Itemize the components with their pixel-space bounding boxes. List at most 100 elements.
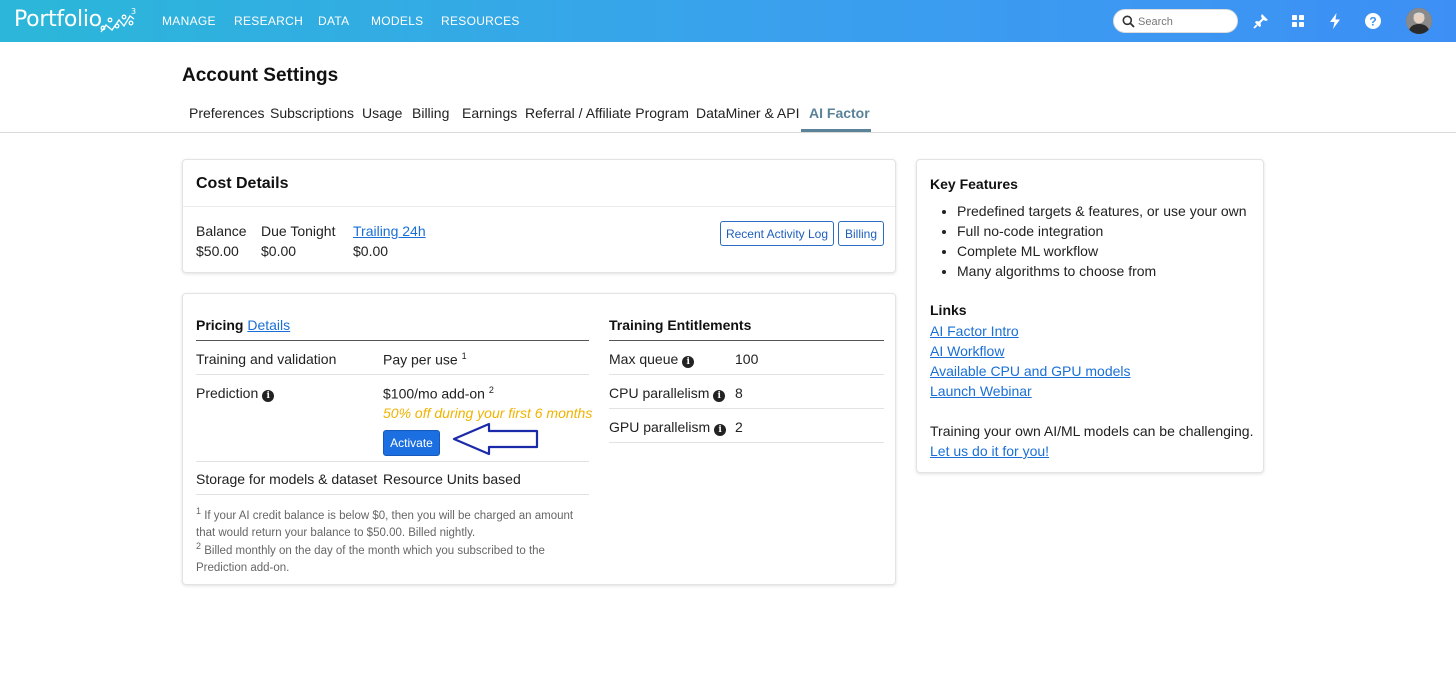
row-divider xyxy=(609,408,884,409)
feature-item: Many algorithms to choose from xyxy=(957,261,1247,281)
link-cpu-gpu-models[interactable]: Available CPU and GPU models xyxy=(930,363,1131,379)
feature-item: Complete ML workflow xyxy=(957,241,1247,261)
pricing-title: Pricing Details xyxy=(196,317,290,333)
nav-resources[interactable]: RESOURCES xyxy=(441,14,520,28)
cpu-parallelism-label: CPU parallelism i xyxy=(609,385,726,402)
storage-label: Storage for models & dataset xyxy=(196,471,378,487)
cta-text: Training your own AI/ML models can be ch… xyxy=(930,423,1254,439)
max-queue-value: 100 xyxy=(735,351,759,367)
pricing-header-divider xyxy=(196,340,589,341)
page-title: Account Settings xyxy=(182,65,339,86)
footnote-text: Prediction add-on. xyxy=(196,561,290,574)
nav-models[interactable]: MODELS xyxy=(371,14,423,28)
top-navigation-bar: Portfolio 3 MANAGE RESEARCH DATA MODELS … xyxy=(0,0,1456,42)
lightning-icon[interactable] xyxy=(1325,11,1345,31)
cost-details-card: Cost Details Balance $50.00 Due Tonight … xyxy=(182,159,896,273)
svg-text:3: 3 xyxy=(131,7,136,16)
tab-subscriptions[interactable]: Subscriptions xyxy=(270,105,354,121)
footnote-1: 1 If your AI credit balance is below $0,… xyxy=(196,503,573,542)
row-divider xyxy=(609,374,884,375)
card-header-divider xyxy=(183,206,895,207)
pricing-details-link[interactable]: Details xyxy=(247,317,290,333)
info-icon[interactable]: i xyxy=(262,390,275,402)
due-tonight-label: Due Tonight xyxy=(261,223,336,239)
tab-usage[interactable]: Usage xyxy=(362,105,402,121)
tab-billing[interactable]: Billing xyxy=(412,105,449,121)
key-features-title: Key Features xyxy=(930,176,1018,192)
pricing-card: Pricing Details Training and validation … xyxy=(182,293,896,585)
tab-ai-factor[interactable]: AI Factor xyxy=(809,105,870,121)
footnote-text: If your AI credit balance is below $0, t… xyxy=(204,509,574,522)
tab-referral-affiliate[interactable]: Referral / Affiliate Program xyxy=(525,105,689,121)
promo-text: 50% off during your first 6 months xyxy=(383,405,593,421)
cpu-parallelism-value: 8 xyxy=(735,385,743,401)
cpu-parallelism-text: CPU parallelism xyxy=(609,385,710,401)
max-queue-label: Max queue i xyxy=(609,351,695,368)
search-icon xyxy=(1122,15,1135,28)
pay-per-use-text: Pay per use xyxy=(383,351,458,368)
avatar-image xyxy=(1406,8,1432,34)
balance-label: Balance xyxy=(196,223,247,239)
activate-button[interactable]: Activate xyxy=(383,430,440,456)
info-icon[interactable]: i xyxy=(713,390,726,402)
billing-button[interactable]: Billing xyxy=(838,221,884,246)
active-tab-indicator xyxy=(801,129,871,132)
tab-preferences[interactable]: Preferences xyxy=(189,105,264,121)
svg-text:?: ? xyxy=(1369,15,1376,29)
let-us-do-it-link[interactable]: Let us do it for you! xyxy=(930,443,1049,459)
grid-icon[interactable] xyxy=(1288,11,1308,31)
info-icon[interactable]: i xyxy=(682,356,695,368)
prediction-label: Prediction i xyxy=(196,385,275,402)
logo-graph-icon: 3 xyxy=(100,7,136,33)
balance-value: $50.00 xyxy=(196,243,239,259)
footnote-2: 2 Billed monthly on the day of the month… xyxy=(196,538,545,577)
row-divider xyxy=(196,494,589,495)
links-title: Links xyxy=(930,302,967,318)
link-ai-factor-intro[interactable]: AI Factor Intro xyxy=(930,323,1019,339)
recent-activity-log-button[interactable]: Recent Activity Log xyxy=(720,221,834,246)
link-launch-webinar[interactable]: Launch Webinar xyxy=(930,383,1032,399)
nav-research[interactable]: RESEARCH xyxy=(234,14,303,28)
help-icon[interactable]: ? xyxy=(1363,11,1383,31)
row-divider xyxy=(196,461,589,462)
search-box xyxy=(1113,9,1238,33)
gpu-parallelism-text: GPU parallelism xyxy=(609,419,711,435)
tab-earnings[interactable]: Earnings xyxy=(462,105,517,121)
footnote-ref-2: 2 xyxy=(488,385,494,395)
portfolio-logo[interactable]: Portfolio xyxy=(14,7,102,32)
storage-value: Resource Units based xyxy=(383,471,521,487)
key-features-list: Predefined targets & features, or use yo… xyxy=(957,201,1247,281)
row-divider xyxy=(196,374,589,375)
feature-item: Full no-code integration xyxy=(957,221,1247,241)
gpu-parallelism-value: 2 xyxy=(735,419,743,435)
footnote-mark: 2 xyxy=(196,541,202,551)
prediction-value: $100/mo add-on 2 xyxy=(383,385,494,402)
nav-manage[interactable]: MANAGE xyxy=(162,14,216,28)
row-divider xyxy=(609,442,884,443)
training-entitlements-title: Training Entitlements xyxy=(609,317,752,333)
trailing-24h-value: $0.00 xyxy=(353,243,389,259)
feature-item: Predefined targets & features, or use yo… xyxy=(957,201,1247,221)
search-input[interactable] xyxy=(1138,13,1233,30)
tab-dataminer-api[interactable]: DataMiner & API xyxy=(696,105,800,121)
training-validation-label: Training and validation xyxy=(196,351,337,367)
user-avatar[interactable] xyxy=(1406,8,1432,34)
prediction-label-text: Prediction xyxy=(196,385,259,401)
footnote-mark: 1 xyxy=(196,506,202,516)
info-icon[interactable]: i xyxy=(714,424,727,436)
training-validation-value: Pay per use 1 xyxy=(383,351,467,368)
pricing-heading: Pricing xyxy=(196,317,244,333)
footnote-text: Billed monthly on the day of the month w… xyxy=(204,544,545,557)
trailing-24h-link[interactable]: Trailing 24h xyxy=(353,223,426,239)
gpu-parallelism-label: GPU parallelism i xyxy=(609,419,727,436)
cost-details-title: Cost Details xyxy=(196,175,289,192)
max-queue-text: Max queue xyxy=(609,351,679,367)
due-tonight-value: $0.00 xyxy=(261,243,297,259)
nav-data[interactable]: DATA xyxy=(318,14,349,28)
logo-text: Portfolio xyxy=(14,7,102,32)
prediction-price-text: $100/mo add-on xyxy=(383,385,485,402)
pin-icon[interactable] xyxy=(1251,11,1271,31)
link-ai-workflow[interactable]: AI Workflow xyxy=(930,343,1004,359)
key-features-card: Key Features Predefined targets & featur… xyxy=(916,159,1264,473)
annotation-arrow-icon xyxy=(452,422,539,456)
